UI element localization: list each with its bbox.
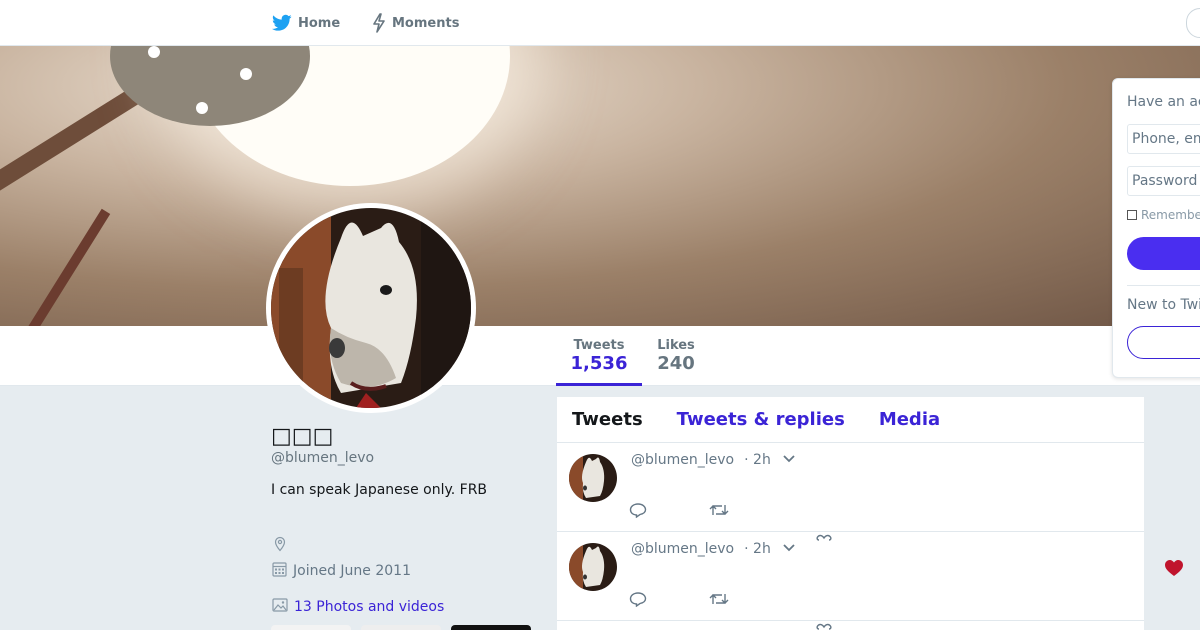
photo-thumbnail[interactable]: [271, 625, 351, 630]
timeline: Tweets Tweets & replies Media @blumen_le…: [557, 397, 1144, 630]
timeline-tabs: Tweets Tweets & replies Media: [557, 397, 1144, 443]
avatar-image: [271, 208, 471, 408]
retweet-icon[interactable]: [709, 502, 729, 522]
stat-tweets[interactable]: Tweets 1,536: [556, 338, 642, 386]
banner-decor: [196, 102, 208, 114]
photo-thumbnail[interactable]: [361, 625, 441, 630]
stat-tweets-label: Tweets: [573, 338, 625, 353]
remember-checkbox[interactable]: [1127, 210, 1137, 220]
tab-tweets[interactable]: Tweets: [572, 409, 643, 430]
calendar-icon: [272, 561, 287, 581]
photo-thumbnails: [271, 625, 531, 630]
signup-button[interactable]: [1127, 326, 1200, 359]
tweet-item[interactable]: @blumen_levo · 2h: [557, 443, 1144, 541]
image-icon: [272, 597, 288, 617]
banner-decor: [0, 208, 111, 326]
tweet-time[interactable]: · 2h: [744, 541, 771, 557]
twitter-bird-icon: [272, 14, 292, 32]
profile-handle[interactable]: @blumen_levo: [271, 450, 374, 466]
top-navigation: Home Moments: [0, 0, 1200, 46]
profile-avatar[interactable]: [266, 203, 476, 413]
profile-banner: [0, 46, 1200, 326]
chevron-down-icon[interactable]: [781, 541, 797, 557]
login-button[interactable]: [1127, 237, 1200, 270]
password-field[interactable]: Password: [1127, 166, 1200, 196]
photo-thumbnail[interactable]: [451, 625, 531, 630]
nav-moments-link[interactable]: Moments: [372, 0, 459, 46]
tweet-avatar[interactable]: [569, 543, 617, 591]
remember-label: Remembe: [1141, 208, 1200, 222]
lightning-icon: [372, 13, 386, 33]
tab-tweets-replies[interactable]: Tweets & replies: [677, 409, 845, 430]
tab-media[interactable]: Media: [879, 409, 940, 430]
login-panel: Have an ac Phone, em Password Remembe Ne…: [1112, 78, 1200, 378]
heart-icon[interactable]: [815, 615, 833, 630]
joined-text: Joined June 2011: [293, 563, 411, 579]
banner-decor: [148, 46, 160, 58]
tweet-handle[interactable]: @blumen_levo: [631, 452, 734, 468]
stat-likes[interactable]: Likes 240: [650, 338, 702, 374]
tweet-avatar[interactable]: [569, 454, 617, 502]
joined-date: Joined June 2011: [272, 561, 411, 581]
photos-videos-label: 13 Photos and videos: [294, 599, 445, 615]
photos-videos-link[interactable]: 13 Photos and videos: [272, 597, 444, 617]
phone-email-field[interactable]: Phone, em: [1127, 124, 1200, 154]
banner-decor: [240, 68, 252, 80]
remember-me[interactable]: Remembe: [1127, 208, 1200, 222]
stat-likes-label: Likes: [657, 338, 695, 353]
profile-nav: Tweets 1,536 Likes 240: [0, 326, 1200, 386]
retweet-icon[interactable]: [709, 591, 729, 611]
tweet-handle[interactable]: @blumen_levo: [631, 541, 734, 557]
nav-moments-label: Moments: [392, 15, 460, 31]
nav-home-label: Home: [298, 15, 341, 31]
tweet-header: @blumen_levo · 2h: [631, 541, 797, 557]
nav-home-link[interactable]: Home: [272, 0, 340, 46]
location-icon: [272, 536, 288, 556]
tweet-time[interactable]: · 2h: [744, 452, 771, 468]
reply-icon[interactable]: [629, 591, 647, 611]
stat-likes-value: 240: [657, 353, 695, 374]
profile-bio: I can speak Japanese only. FRB: [271, 482, 488, 498]
stat-tweets-value: 1,536: [570, 353, 628, 374]
tweet-item[interactable]: @blumen_levo · 2h: [557, 532, 1144, 630]
divider: [1127, 285, 1200, 286]
tweet-header: @blumen_levo · 2h: [631, 452, 797, 468]
search-box-edge[interactable]: [1186, 8, 1200, 38]
profile-name: □□□: [271, 424, 334, 449]
new-to-twitter-label: New to Twi: [1127, 297, 1200, 313]
login-title: Have an ac: [1127, 94, 1200, 110]
chevron-down-icon[interactable]: [781, 452, 797, 468]
heart-icon[interactable]: [1164, 559, 1184, 581]
reply-icon[interactable]: [629, 502, 647, 522]
